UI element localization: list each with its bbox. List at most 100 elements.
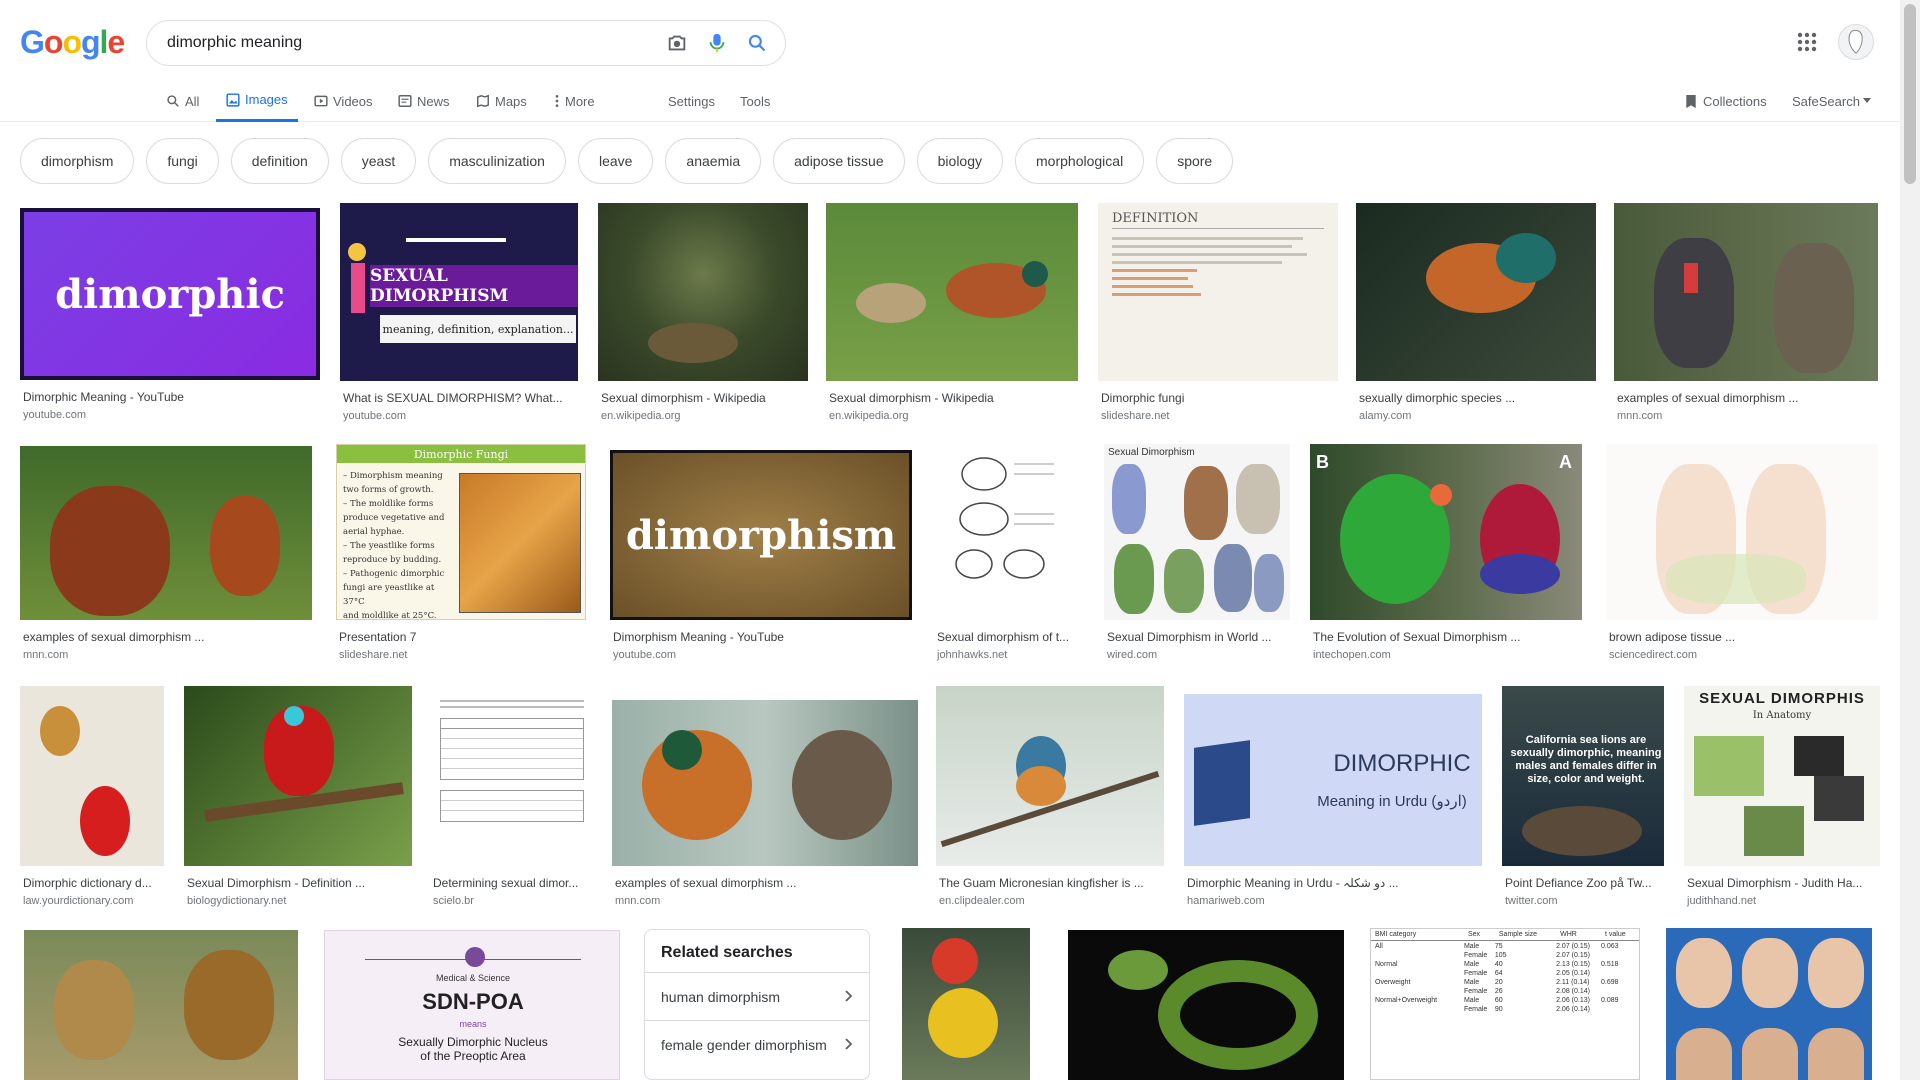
- result-card[interactable]: [1666, 928, 1872, 1080]
- scrollbar-thumb[interactable]: [1904, 4, 1916, 184]
- thumb-text: SDN-POA: [422, 989, 524, 1014]
- tab-more[interactable]: More: [554, 80, 595, 122]
- chip-yeast[interactable]: yeast: [340, 138, 417, 184]
- table-cell: [1601, 952, 1639, 959]
- tab-label: Videos: [333, 93, 373, 109]
- chip-definition[interactable]: definition: [230, 138, 329, 184]
- thumb-body: – Dimorphism meaning two forms of growth…: [343, 469, 453, 619]
- related-search-item[interactable]: female gender dimorphism: [645, 1020, 869, 1068]
- search-box: [146, 20, 786, 66]
- tab-all[interactable]: All: [166, 80, 199, 122]
- tab-tools[interactable]: Tools: [740, 80, 770, 122]
- result-source: slideshare.net: [1101, 410, 1170, 422]
- table-cell: [1371, 952, 1464, 959]
- result-thumbnail: B A: [1310, 444, 1582, 620]
- bookmark-icon: [1685, 94, 1697, 109]
- search-input[interactable]: [167, 34, 653, 52]
- table-row: Normal+Overweight Male 60 2.06 (0.13) 0.089: [1371, 995, 1639, 1006]
- microphone-icon[interactable]: [701, 27, 733, 59]
- thumb-text-means: means: [459, 1019, 487, 1029]
- chip-masculinization[interactable]: masculinization: [428, 138, 566, 184]
- tab-images[interactable]: Images: [216, 80, 298, 122]
- result-card[interactable]: Sexual Dimorphism Sexual Dimorphism in W…: [1104, 444, 1290, 661]
- result-caption: brown adipose tissue ...: [1609, 630, 1736, 644]
- chip-fungi[interactable]: fungi: [146, 138, 219, 184]
- result-thumbnail: [936, 686, 1164, 866]
- logo-letter: o: [62, 24, 82, 60]
- table-cell: [1371, 988, 1464, 995]
- table-cell: 2.07 (0.15): [1556, 952, 1590, 959]
- safesearch-dropdown[interactable]: SafeSearch: [1792, 80, 1871, 122]
- result-card[interactable]: SEXUAL DIMORPHISM meaning, definition, e…: [340, 203, 578, 422]
- result-thumbnail: Dimorphic Fungi – Dimorphism meaning two…: [336, 444, 586, 620]
- chip-spore[interactable]: spore: [1156, 138, 1234, 184]
- result-card[interactable]: The Guam Micronesian kingfisher is ... e…: [936, 686, 1164, 907]
- logo-letter: l: [99, 24, 109, 60]
- result-thumbnail: [1614, 203, 1878, 381]
- result-card[interactable]: [902, 928, 1030, 1080]
- result-card[interactable]: DIMORPHIC Meaning in Urdu (اردو) Dimorph…: [1184, 694, 1482, 907]
- result-card[interactable]: B A The Evolution of Sexual Dimorphism .…: [1310, 444, 1582, 661]
- result-card[interactable]: Dimorphic Fungi – Dimorphism meaning two…: [336, 444, 586, 661]
- search-icon[interactable]: [741, 27, 773, 59]
- result-source: judithhand.net: [1687, 895, 1757, 907]
- result-card[interactable]: BMI category Sex Sample size WHR t value…: [1370, 928, 1640, 1080]
- result-source: alamy.com: [1359, 410, 1412, 422]
- table-cell: Male: [1463, 961, 1480, 968]
- result-card[interactable]: Sexual dimorphism - Wikipedia en.wikiped…: [826, 203, 1078, 422]
- result-card[interactable]: SEXUAL DIMORPHIS In Anatomy Sexual Dimor…: [1684, 686, 1880, 907]
- thumb-subtext: meaning, definition, explanation...: [382, 322, 574, 336]
- chip-anaemia[interactable]: anaemia: [665, 138, 762, 184]
- result-caption: Sexual Dimorphism - Judith Ha...: [1687, 876, 1863, 890]
- tab-label: Tools: [740, 93, 771, 109]
- camera-icon[interactable]: [661, 27, 693, 59]
- result-card[interactable]: brown adipose tissue ... sciencedirect.c…: [1606, 444, 1878, 661]
- result-card[interactable]: examples of sexual dimorphism ... mnn.co…: [20, 446, 312, 661]
- result-card[interactable]: [24, 930, 298, 1080]
- table-cell: 105: [1494, 952, 1507, 959]
- result-caption: Sexual dimorphism - Wikipedia: [829, 391, 994, 405]
- result-card[interactable]: dimorphism Dimorphism Meaning - YouTube …: [610, 450, 912, 661]
- result-caption: The Guam Micronesian kingfisher is ...: [939, 876, 1144, 890]
- tab-news[interactable]: News: [398, 80, 450, 122]
- table-cell: [1601, 970, 1639, 977]
- result-card[interactable]: Medical & Science SDN-POA means Sexually…: [324, 930, 620, 1080]
- result-source: law.yourdictionary.com: [23, 895, 134, 907]
- chip-adipose-tissue[interactable]: adipose tissue: [773, 138, 905, 184]
- apps-grid-icon[interactable]: [1795, 30, 1819, 54]
- tab-maps[interactable]: Maps: [476, 80, 527, 122]
- chip-dimorphism[interactable]: dimorphism: [20, 138, 135, 184]
- google-logo[interactable]: Google: [20, 24, 125, 61]
- result-card[interactable]: [1068, 930, 1344, 1080]
- result-caption: examples of sexual dimorphism ...: [615, 876, 797, 890]
- result-card[interactable]: Dimorphic dictionary d... law.yourdictio…: [20, 686, 164, 907]
- thumb-subtext: Meaning in Urdu (اردو): [1317, 793, 1467, 810]
- result-card[interactable]: sexually dimorphic species ... alamy.com: [1356, 203, 1596, 422]
- page-scrollbar[interactable]: [1900, 0, 1920, 1080]
- thumb-line: fungi are yeastlike at 37°C: [343, 583, 435, 607]
- result-card[interactable]: Sexual dimorphism - Wikipedia en.wikiped…: [598, 203, 808, 422]
- chip-biology[interactable]: biology: [916, 138, 1004, 184]
- result-card[interactable]: DEFINITION Dimorphic fungi slideshare.ne…: [1098, 203, 1338, 422]
- thumb-text: SEXUAL DIMORPHIS: [1699, 690, 1865, 707]
- result-card[interactable]: Sexual Dimorphism - Definition ... biolo…: [184, 686, 412, 907]
- tab-settings[interactable]: Settings: [668, 80, 715, 122]
- chip-morphological[interactable]: morphological: [1015, 138, 1145, 184]
- result-card[interactable]: Sexual dimorphism of t... johnhawks.net: [934, 444, 1084, 661]
- tab-videos[interactable]: Videos: [314, 80, 373, 122]
- result-card[interactable]: dimorphic Dimorphic Meaning - YouTube yo…: [20, 208, 320, 421]
- result-card[interactable]: California sea lions are sexually dimorp…: [1502, 686, 1664, 907]
- avatar[interactable]: [1838, 24, 1874, 60]
- result-source: biologydictionary.net: [187, 895, 287, 907]
- result-card[interactable]: Determining sexual dimor... scielo.br: [430, 686, 594, 907]
- collections-link[interactable]: Collections: [1685, 80, 1767, 122]
- tab-label: More: [565, 93, 595, 109]
- table-cell: Normal: [1375, 961, 1398, 968]
- chip-leave[interactable]: leave: [577, 138, 654, 184]
- related-search-item[interactable]: human dimorphism: [645, 972, 869, 1020]
- logo-letter: o: [43, 24, 64, 60]
- result-card[interactable]: examples of sexual dimorphism ... mnn.co…: [612, 700, 918, 907]
- result-caption: What is SEXUAL DIMORPHISM? What...: [343, 391, 563, 405]
- result-card[interactable]: examples of sexual dimorphism ... mnn.co…: [1614, 203, 1878, 422]
- result-thumbnail: [598, 203, 808, 381]
